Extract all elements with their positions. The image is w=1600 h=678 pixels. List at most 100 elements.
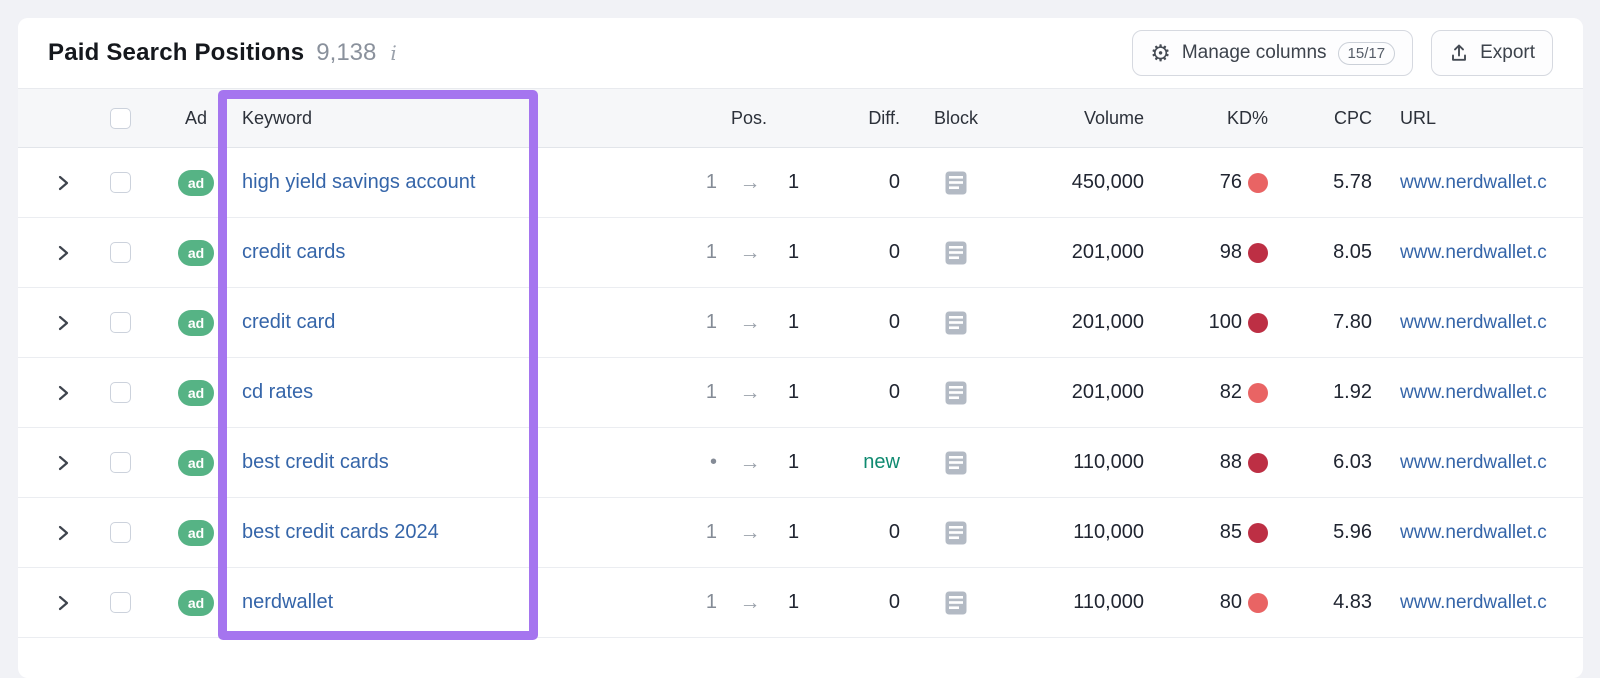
row-checkbox[interactable]: [109, 172, 131, 193]
cpc-value: 4.83: [1333, 591, 1372, 613]
diff-value: 0: [888, 521, 900, 543]
ad-badge[interactable]: ad: [178, 309, 214, 336]
select-all-checkbox[interactable]: [109, 107, 131, 129]
row-checkbox[interactable]: [109, 592, 131, 613]
keyword-link[interactable]: high yield savings account: [242, 171, 475, 193]
ad-badge[interactable]: ad: [178, 519, 214, 546]
url-link[interactable]: www.nerdwallet.c: [1400, 312, 1547, 333]
kd-value: 85: [1219, 521, 1242, 543]
column-header-volume[interactable]: Volume: [1004, 108, 1152, 129]
column-header-url: URL: [1400, 107, 1437, 128]
diff-value: 0: [888, 171, 900, 193]
keyword-link[interactable]: best credit cards: [242, 451, 389, 473]
manage-columns-button[interactable]: ⚙ Manage columns 15/17: [1132, 30, 1414, 76]
ad-badge[interactable]: ad: [178, 379, 214, 406]
cpc-value: 5.96: [1333, 521, 1372, 543]
position-old: 1: [705, 311, 717, 333]
kd-value: 98: [1219, 241, 1242, 263]
column-header-block: Block: [933, 107, 978, 128]
expand-chevron-icon[interactable]: [56, 245, 70, 261]
kd-difficulty-dot: [1248, 452, 1268, 473]
keyword-link[interactable]: credit cards: [242, 241, 345, 263]
table-row[interactable]: ad best credit cards • → 1 new 110,000 8…: [18, 428, 1583, 498]
table-row[interactable]: ad credit cards 1 → 1 0 201,000 98 8.05 …: [18, 218, 1583, 288]
expand-chevron-icon[interactable]: [56, 175, 70, 191]
expand-chevron-icon[interactable]: [56, 315, 70, 331]
expand-chevron-icon[interactable]: [56, 455, 70, 471]
url-link[interactable]: www.nerdwallet.c: [1400, 172, 1547, 193]
keyword-link[interactable]: credit card: [242, 311, 335, 333]
serp-block-icon[interactable]: [945, 241, 967, 265]
table-row[interactable]: ad nerdwallet 1 → 1 0 110,000 80 4.83 ww…: [18, 568, 1583, 638]
arrow-right-icon: →: [739, 240, 761, 264]
serp-block-icon[interactable]: [945, 591, 967, 615]
keyword-link[interactable]: best credit cards 2024: [242, 521, 439, 543]
volume-value: 110,000: [1073, 451, 1144, 473]
position-old: 1: [705, 521, 717, 543]
kd-value: 88: [1219, 451, 1242, 473]
table-row[interactable]: ad best credit cards 2024 1 → 1 0 110,00…: [18, 498, 1583, 568]
url-link[interactable]: www.nerdwallet.c: [1400, 382, 1547, 403]
row-checkbox[interactable]: [109, 522, 131, 543]
keyword-link[interactable]: cd rates: [242, 381, 313, 403]
url-link[interactable]: www.nerdwallet.c: [1400, 452, 1547, 473]
ad-badge[interactable]: ad: [178, 239, 214, 266]
serp-block-icon[interactable]: [945, 381, 967, 405]
kd-difficulty-dot: [1248, 382, 1268, 403]
table-header-row: Ad Keyword Pos. Diff. Block Volume KD% C…: [18, 88, 1583, 148]
table-row[interactable]: ad high yield savings account 1 → 1 0 45…: [18, 148, 1583, 218]
position-new: 1: [788, 591, 800, 613]
url-link[interactable]: www.nerdwallet.c: [1400, 592, 1547, 613]
arrow-right-icon: →: [739, 450, 761, 474]
volume-value: 201,000: [1071, 241, 1144, 263]
position-new: 1: [788, 381, 800, 403]
cpc-value: 1.92: [1333, 381, 1372, 403]
position-old: 1: [705, 381, 717, 403]
column-header-diff[interactable]: Diff.: [803, 108, 908, 129]
title-bar: Paid Search Positions 9,138 i ⚙ Manage c…: [18, 18, 1583, 88]
row-checkbox[interactable]: [109, 242, 131, 263]
cpc-value: 5.78: [1333, 171, 1372, 193]
serp-block-icon[interactable]: [945, 311, 967, 335]
export-button[interactable]: Export: [1431, 30, 1553, 76]
row-checkbox[interactable]: [109, 452, 131, 473]
row-checkbox[interactable]: [109, 382, 131, 403]
column-header-ad: Ad: [184, 107, 208, 128]
ad-badge[interactable]: ad: [178, 589, 214, 616]
volume-value: 201,000: [1071, 311, 1144, 333]
manage-columns-label: Manage columns: [1181, 42, 1327, 63]
ad-badge[interactable]: ad: [178, 169, 214, 196]
keyword-link[interactable]: nerdwallet: [242, 591, 333, 613]
table-row[interactable]: ad cd rates 1 → 1 0 201,000 82 1.92 www.…: [18, 358, 1583, 428]
position-new: 1: [788, 451, 800, 473]
info-icon[interactable]: i: [390, 41, 396, 65]
kd-difficulty-dot: [1248, 592, 1268, 613]
serp-block-icon[interactable]: [945, 521, 967, 545]
volume-value: 110,000: [1073, 591, 1144, 613]
toolbar: ⚙ Manage columns 15/17 Export: [1132, 30, 1553, 76]
column-header-keyword: Keyword: [242, 107, 313, 128]
column-header-kd[interactable]: KD%: [1152, 108, 1276, 129]
position-old: 1: [705, 171, 717, 193]
expand-chevron-icon[interactable]: [56, 525, 70, 541]
row-checkbox[interactable]: [109, 312, 131, 333]
cpc-value: 6.03: [1333, 451, 1372, 473]
position-new: 1: [788, 171, 800, 193]
kd-value: 82: [1219, 381, 1242, 403]
ad-badge[interactable]: ad: [178, 449, 214, 476]
expand-chevron-icon[interactable]: [56, 385, 70, 401]
diff-value: new: [863, 451, 900, 473]
export-icon: [1449, 43, 1469, 63]
url-link[interactable]: www.nerdwallet.c: [1400, 242, 1547, 263]
diff-value: 0: [888, 381, 900, 403]
column-header-pos[interactable]: Pos.: [663, 108, 803, 129]
expand-chevron-icon[interactable]: [56, 595, 70, 611]
column-header-cpc[interactable]: CPC: [1276, 108, 1380, 129]
serp-block-icon[interactable]: [945, 171, 967, 195]
arrow-right-icon: →: [739, 310, 761, 334]
diff-value: 0: [888, 241, 900, 263]
table-row[interactable]: ad credit card 1 → 1 0 201,000 100 7.80 …: [18, 288, 1583, 358]
serp-block-icon[interactable]: [945, 451, 967, 475]
position-new: 1: [788, 521, 800, 543]
url-link[interactable]: www.nerdwallet.c: [1400, 522, 1547, 543]
